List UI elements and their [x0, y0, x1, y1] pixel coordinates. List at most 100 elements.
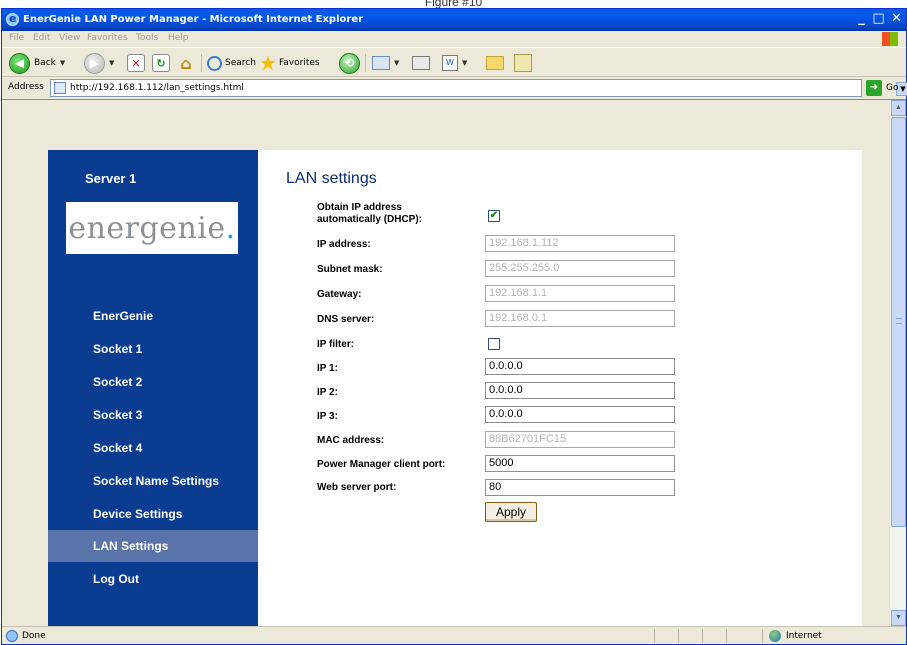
ip2-label: IP 2: [317, 387, 338, 398]
energenie-logo: energenie. [66, 202, 238, 254]
search-icon [207, 55, 222, 71]
folder-icon [486, 56, 504, 70]
refresh-icon: ↻ [152, 54, 170, 72]
window-title: EnerGenie LAN Power Manager - Microsoft … [23, 14, 364, 25]
figure-caption: Figure #10 [424, 0, 483, 8]
subnet-mask-field[interactable]: 255.255.255.0 [485, 260, 675, 277]
toolbar: ◀ Back ▼ ▶ ▼ ✕ ↻ ⌂ Search ★ Favorites ⟲ [2, 47, 906, 77]
menu-edit[interactable]: Edit [33, 33, 50, 43]
ip2-field[interactable]: 0.0.0.0 [485, 382, 675, 399]
ie-icon [6, 12, 19, 26]
history-button[interactable]: ⟲ [339, 52, 360, 74]
maximize-button[interactable]: □ [870, 11, 887, 28]
star-icon: ★ [259, 51, 277, 75]
toolbar-separator [365, 54, 366, 72]
folder-button[interactable] [486, 52, 504, 74]
minimize-button[interactable]: _ [853, 11, 870, 28]
scroll-up-button[interactable]: ▲ [891, 100, 906, 116]
ip3-field[interactable]: 0.0.0.0 [485, 406, 675, 423]
mail-button[interactable]: ▼ [372, 52, 399, 74]
printer-icon [412, 56, 430, 70]
status-separator [726, 629, 727, 643]
sidebar-item-socket-3[interactable]: Socket 3 [48, 399, 258, 431]
web-port-field[interactable]: 80 [485, 479, 675, 496]
chevron-down-icon: ▼ [59, 59, 66, 67]
ip1-field[interactable]: 0.0.0.0 [485, 358, 675, 375]
ip-address-field[interactable]: 192.168.1.112 [485, 235, 675, 252]
sidebar-item-lan-settings[interactable]: LAN Settings [48, 530, 258, 562]
stop-icon: ✕ [127, 54, 145, 72]
dhcp-checkbox[interactable]: ✔ [488, 210, 500, 222]
ip-filter-checkbox[interactable] [488, 338, 500, 350]
menu-file[interactable]: File [9, 33, 24, 43]
sidebar-item-socket-name-settings[interactable]: Socket Name Settings [48, 465, 258, 497]
client-port-label: Power Manager client port: [317, 459, 446, 470]
messenger-icon [514, 54, 532, 72]
ip1-label: IP 1: [317, 363, 338, 374]
refresh-button[interactable]: ↻ [152, 52, 170, 74]
sidebar-item-log-out[interactable]: Log Out [48, 563, 258, 595]
back-label: Back [34, 58, 56, 68]
ip-address-label: IP address: [317, 239, 371, 250]
dns-server-field[interactable]: 192.168.0.1 [485, 310, 675, 327]
sidebar: Server 1 energenie. EnerGenie Socket 1 S… [48, 150, 258, 627]
menu-tools[interactable]: Tools [136, 33, 158, 43]
ip3-label: IP 3: [317, 411, 338, 422]
sidebar-item-socket-1[interactable]: Socket 1 [48, 333, 258, 365]
gateway-label: Gateway: [317, 289, 362, 300]
scroll-thumb[interactable] [891, 117, 906, 527]
dns-server-label: DNS server: [317, 314, 375, 325]
forward-arrow-icon: ▶ [84, 52, 105, 74]
back-arrow-icon: ◀ [9, 52, 30, 74]
address-bar: Address http://192.168.1.112/lan_setting… [2, 78, 907, 98]
messenger-button[interactable] [514, 52, 532, 74]
checkmark-icon: ✔ [489, 210, 499, 221]
toolbar-separator [201, 54, 202, 72]
forward-button[interactable]: ▶ ▼ [84, 52, 114, 74]
menu-view[interactable]: View [59, 33, 80, 43]
search-label: Search [225, 58, 256, 68]
go-arrow-icon: ➜ [866, 80, 882, 96]
client-port-field[interactable]: 5000 [485, 455, 675, 472]
mac-address-field[interactable]: 88B62701FC15 [485, 431, 675, 448]
sidebar-item-energenie[interactable]: EnerGenie [48, 300, 258, 332]
stop-button[interactable]: ✕ [127, 52, 145, 74]
page-title: LAN settings [286, 170, 377, 187]
mac-address-label: MAC address: [317, 435, 385, 446]
menu-help[interactable]: Help [168, 33, 189, 43]
internet-zone-icon [769, 630, 781, 642]
logo-text: energenie. [68, 210, 236, 246]
address-input[interactable]: http://192.168.1.112/lan_settings.html ▼ [50, 79, 907, 97]
favorites-button[interactable]: ★ Favorites [259, 51, 320, 75]
apply-button[interactable]: Apply [485, 502, 537, 522]
page-status-icon [6, 630, 18, 642]
gateway-field[interactable]: 192.168.1.1 [485, 285, 675, 302]
scroll-down-button[interactable]: ▼ [891, 610, 906, 626]
grip-icon [896, 318, 902, 324]
subnet-mask-label: Subnet mask: [317, 264, 383, 275]
status-separator [702, 629, 703, 643]
print-button[interactable] [412, 52, 430, 74]
close-button[interactable]: ✕ [888, 11, 905, 28]
menu-favorites[interactable]: Favorites [87, 33, 128, 43]
go-label: Go [886, 83, 899, 93]
ip-filter-label: IP filter: [317, 339, 355, 350]
title-bar: EnerGenie LAN Power Manager - Microsoft … [2, 9, 906, 31]
status-text: Done [22, 631, 46, 641]
back-button[interactable]: ◀ Back ▼ [9, 52, 65, 74]
favorites-label: Favorites [278, 58, 320, 68]
search-button[interactable]: Search [207, 52, 256, 74]
sidebar-item-socket-2[interactable]: Socket 2 [48, 366, 258, 398]
vertical-scrollbar[interactable]: ▲ ▼ [889, 100, 906, 627]
sidebar-item-device-settings[interactable]: Device Settings [48, 498, 258, 530]
sidebar-item-socket-4[interactable]: Socket 4 [48, 432, 258, 464]
status-separator [678, 629, 679, 643]
zone-text: Internet [786, 631, 822, 641]
home-button[interactable]: ⌂ [177, 52, 195, 74]
edit-word-button[interactable]: W ▼ [442, 52, 467, 74]
status-bar: Done Internet [2, 626, 906, 644]
address-label: Address [8, 82, 44, 92]
go-button[interactable]: ➜ Go [866, 80, 898, 96]
status-separator [762, 629, 763, 643]
dhcp-label: Obtain IP address automatically (DHCP): [317, 202, 423, 225]
